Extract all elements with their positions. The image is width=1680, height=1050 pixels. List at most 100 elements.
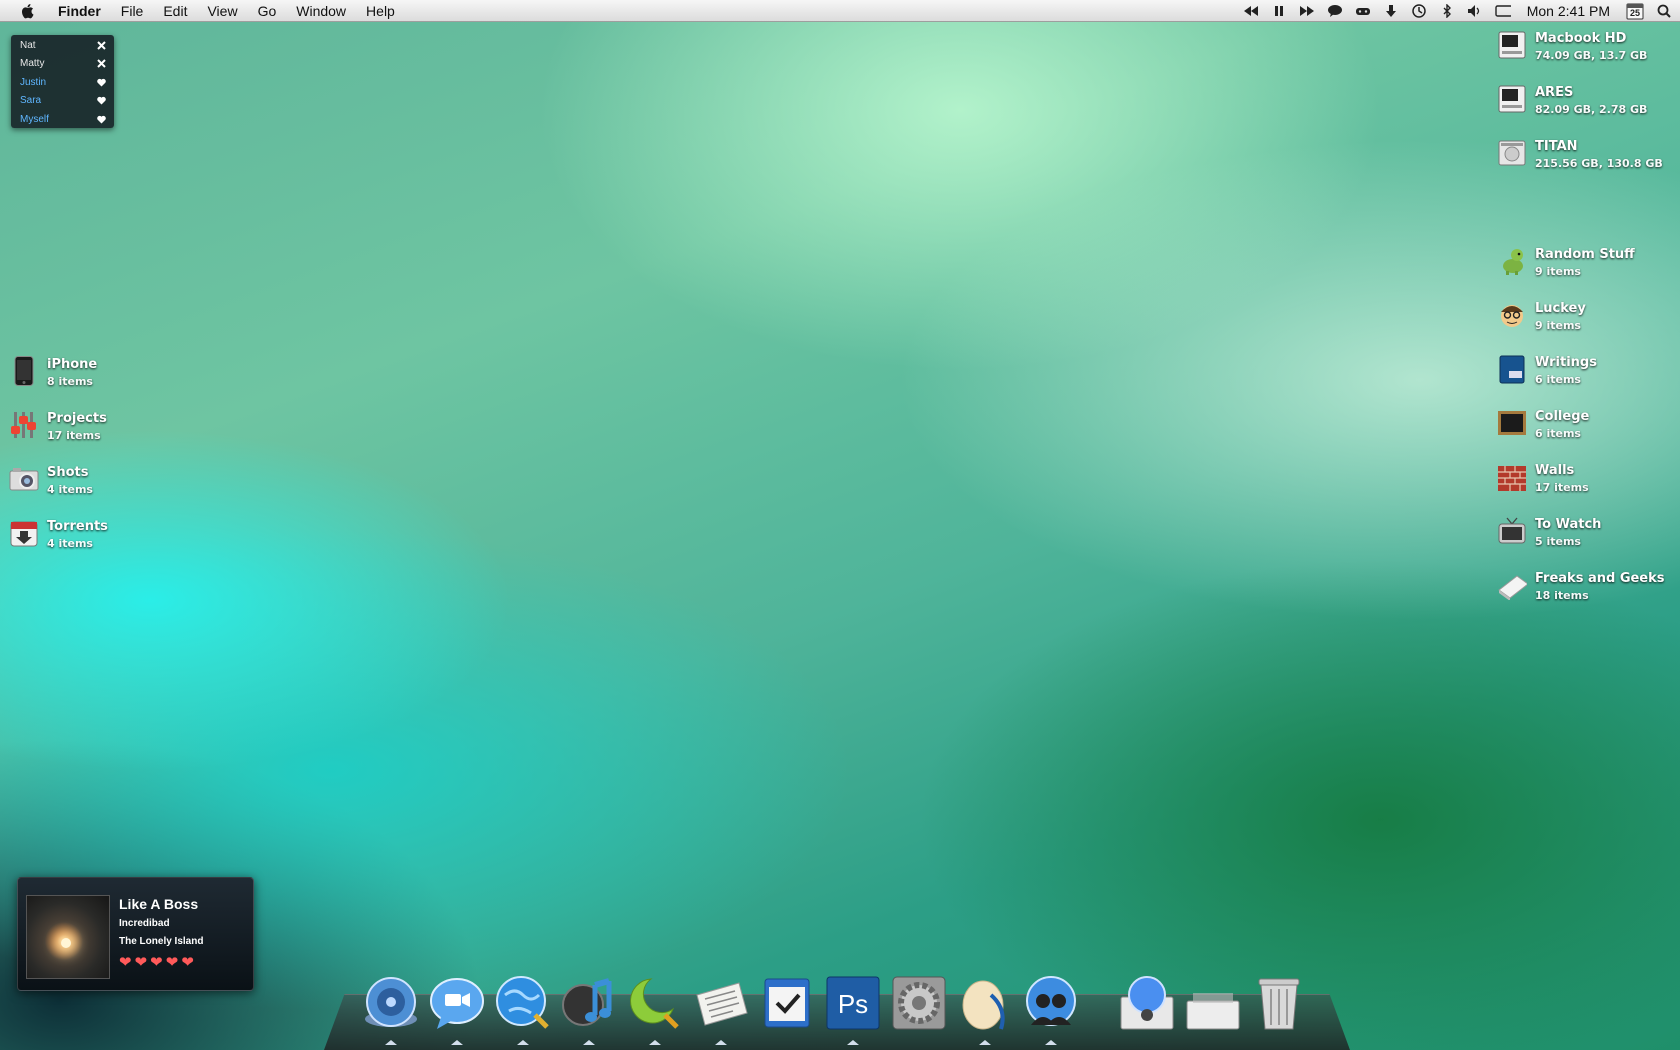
- album-art[interactable]: [26, 895, 110, 979]
- dock-item-moon-search[interactable]: [626, 975, 684, 1045]
- item-title: Shots: [47, 465, 89, 480]
- menu-extras: Mon 2:41 PM 25: [1243, 0, 1672, 22]
- pause-icon[interactable]: [1271, 3, 1287, 19]
- svg-text:Ps: Ps: [838, 989, 868, 1019]
- clock[interactable]: Mon 2:41 PM: [1527, 3, 1610, 19]
- bluetooth-icon[interactable]: [1439, 3, 1455, 19]
- dock-item-ichat[interactable]: [428, 975, 486, 1045]
- calendar-icon[interactable]: 25: [1626, 2, 1644, 20]
- desktop-item-college[interactable]: College 6 items: [1497, 408, 1589, 442]
- brick-wall-icon: [1497, 462, 1527, 492]
- app-menu-finder[interactable]: Finder: [48, 0, 111, 22]
- desktop-item-macbook-hd[interactable]: Macbook HD 74.09 GB, 13.7 GB: [1497, 30, 1647, 64]
- hard-drive-icon: [1497, 30, 1527, 60]
- download-arrow-icon[interactable]: [1383, 3, 1399, 19]
- item-subtitle: 8 items: [47, 375, 93, 388]
- item-title: Writings: [1535, 355, 1597, 370]
- documents-stack-icon: [1185, 975, 1241, 1031]
- heart-icon[interactable]: ❤: [181, 955, 194, 970]
- artist-name: The Lonely Island: [119, 936, 204, 947]
- dock-item-newsreader[interactable]: [692, 975, 750, 1045]
- menu-file[interactable]: File: [111, 0, 154, 22]
- trash-icon: [1251, 975, 1307, 1031]
- menu-view[interactable]: View: [197, 0, 247, 22]
- rewind-icon[interactable]: [1243, 3, 1259, 19]
- apple-menu-icon[interactable]: [20, 3, 36, 19]
- item-title: Random Stuff: [1535, 247, 1635, 262]
- contact-name: Matty: [20, 58, 45, 70]
- dock-item-quill-egg[interactable]: [956, 975, 1014, 1045]
- heart-icon[interactable]: ❤: [135, 955, 148, 970]
- item-title: Freaks and Geeks: [1535, 571, 1665, 586]
- desktop-item-to-watch[interactable]: To Watch 5 items: [1497, 516, 1601, 550]
- heart-icon[interactable]: ❤: [119, 955, 132, 970]
- menu-edit[interactable]: Edit: [153, 0, 197, 22]
- rating[interactable]: ❤ ❤ ❤ ❤ ❤: [119, 955, 194, 970]
- desktop-item-freaks-and-geeks[interactable]: Freaks and Geeks 18 items: [1497, 570, 1665, 604]
- item-subtitle: 17 items: [47, 429, 101, 442]
- volume-icon[interactable]: [1467, 3, 1483, 19]
- game-controller-icon[interactable]: [1355, 3, 1371, 19]
- desktop-item-titan[interactable]: TITAN 215.56 GB, 130.8 GB: [1497, 138, 1663, 172]
- book-icon: [1497, 570, 1527, 600]
- item-title: iPhone: [47, 357, 98, 372]
- heart-icon[interactable]: [96, 114, 106, 124]
- fast-forward-icon[interactable]: [1299, 3, 1315, 19]
- dock-item-finder[interactable]: [362, 975, 420, 1045]
- close-icon[interactable]: [96, 59, 106, 69]
- item-subtitle: 6 items: [1535, 427, 1581, 440]
- photoshop-icon: Ps: [825, 975, 881, 1031]
- dock-item-tasks[interactable]: [758, 975, 816, 1037]
- newsreader-icon: [693, 975, 749, 1031]
- camera-icon: [9, 464, 39, 494]
- time-machine-icon[interactable]: [1411, 3, 1427, 19]
- heart-icon[interactable]: ❤: [166, 955, 179, 970]
- spotlight-search-icon[interactable]: [1656, 3, 1672, 19]
- chat-bubble-icon[interactable]: [1327, 3, 1343, 19]
- heart-icon[interactable]: ❤: [150, 955, 163, 970]
- contact-row[interactable]: Myself: [11, 110, 114, 129]
- external-drive-icon: [1497, 138, 1527, 168]
- desktop-item-writings[interactable]: Writings 6 items: [1497, 354, 1597, 388]
- heart-icon[interactable]: [96, 77, 106, 87]
- menu-go[interactable]: Go: [248, 0, 287, 22]
- menu-window[interactable]: Window: [286, 0, 356, 22]
- battery-icon[interactable]: [1495, 3, 1511, 19]
- web-browser-icon: [495, 975, 551, 1031]
- close-icon[interactable]: [96, 40, 106, 50]
- dinosaur-icon: [1497, 246, 1527, 276]
- calendar-day: 25: [1629, 8, 1640, 18]
- hard-drive-icon: [1497, 84, 1527, 114]
- dock-item-people-globe[interactable]: [1022, 975, 1080, 1045]
- dock-item-documents-stack[interactable]: [1184, 975, 1242, 1037]
- dock: Ps: [362, 965, 1316, 1045]
- running-indicator: [979, 1040, 991, 1045]
- dock-item-trash[interactable]: [1250, 975, 1308, 1037]
- desktop-item-projects[interactable]: Projects 17 items: [9, 410, 107, 444]
- projects-icon: [9, 410, 39, 440]
- dock-item-web-browser[interactable]: [494, 975, 552, 1045]
- torrents-icon: [9, 518, 39, 548]
- contact-row[interactable]: Matty: [11, 55, 114, 74]
- chalkboard-icon: [1497, 408, 1527, 438]
- menu-help[interactable]: Help: [356, 0, 405, 22]
- contact-row[interactable]: Nat: [11, 36, 114, 55]
- dock-item-photoshop[interactable]: Ps: [824, 975, 882, 1045]
- contacts-widget: Nat Matty Justin Sara Myself: [11, 35, 114, 128]
- heart-icon[interactable]: [96, 96, 106, 106]
- contact-name: Nat: [20, 39, 36, 51]
- desktop-item-shots[interactable]: Shots 4 items: [9, 464, 93, 498]
- desktop-item-ares[interactable]: ARES 82.09 GB, 2.78 GB: [1497, 84, 1647, 118]
- contact-row[interactable]: Sara: [11, 92, 114, 111]
- desktop-item-walls[interactable]: Walls 17 items: [1497, 462, 1589, 496]
- desktop-item-random-stuff[interactable]: Random Stuff 9 items: [1497, 246, 1635, 280]
- item-title: Walls: [1535, 463, 1575, 478]
- dock-item-system-preferences[interactable]: [890, 975, 948, 1037]
- desktop-item-luckey[interactable]: Luckey 9 items: [1497, 300, 1586, 334]
- contact-row[interactable]: Justin: [11, 73, 114, 92]
- dock-item-itunes[interactable]: [560, 975, 618, 1045]
- desktop-item-iphone[interactable]: iPhone 8 items: [9, 356, 97, 390]
- dock-item-download-stack[interactable]: [1118, 975, 1176, 1037]
- ichat-icon: [429, 975, 485, 1031]
- desktop-item-torrents[interactable]: Torrents 4 items: [9, 518, 108, 552]
